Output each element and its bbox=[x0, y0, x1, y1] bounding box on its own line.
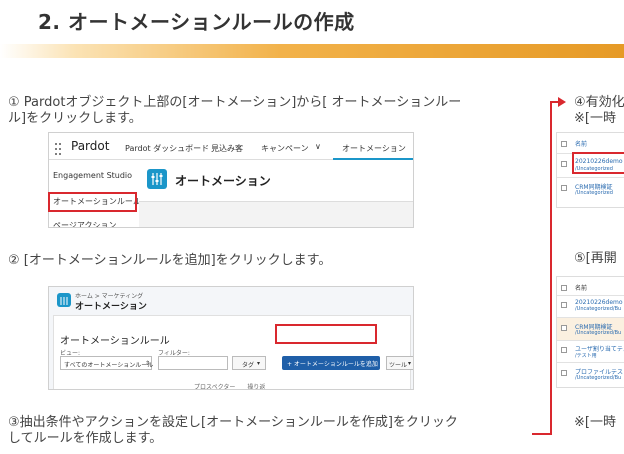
nav-item-campaigns[interactable]: キャンペーン bbox=[261, 143, 309, 154]
step1-text-line1: ① Pardotオブジェクト上部の[オートメーション]から[ オートメーションル… bbox=[8, 95, 462, 110]
list2-row4-folder[interactable]: /Uncategorized/Bu bbox=[575, 375, 621, 381]
row-checkbox[interactable] bbox=[561, 325, 567, 331]
dropdown-item-page-actions[interactable]: ページアクション bbox=[53, 220, 116, 227]
row-checkbox[interactable] bbox=[561, 347, 567, 353]
tools-button-label: ツール bbox=[389, 362, 408, 369]
add-rule-button-label: + オートメーションルールを追加 bbox=[287, 361, 378, 368]
step1-text-line2: ル]をクリックします。 bbox=[8, 111, 142, 126]
highlight-rules-item bbox=[48, 192, 137, 212]
step4-text: ④有効化 bbox=[574, 95, 624, 110]
row-checkbox[interactable] bbox=[561, 185, 567, 191]
view-select-value: すべてのオートメーションルール bbox=[64, 362, 154, 369]
page-header-area: オートメーション bbox=[139, 160, 413, 227]
paused-rules-screenshot: 名前 20210226demo /Uncategorized/Bu CRM同期検… bbox=[556, 276, 624, 388]
list1-header-name[interactable]: 名前 bbox=[575, 139, 587, 148]
page-title: 2. オートメーションルールの作成 bbox=[38, 10, 355, 34]
connector-bottom bbox=[532, 433, 552, 435]
nav-screenshot: Pardot Pardot ダッシュボード 見込み客 キャンペーン ∨ オートメ… bbox=[48, 132, 414, 228]
row-divider bbox=[557, 177, 624, 178]
note2-text: ※[一時 bbox=[574, 415, 616, 430]
add-rule-button[interactable]: + オートメーションルールを追加 bbox=[282, 356, 380, 370]
highlight-add-button bbox=[275, 324, 377, 344]
page-header: オートメーション bbox=[139, 160, 413, 202]
caret-down-icon: ▾ bbox=[408, 360, 412, 367]
panel-title: オートメーション bbox=[75, 302, 147, 312]
list2-row1-folder[interactable]: /Uncategorized/Bu bbox=[575, 306, 621, 312]
row-checkbox[interactable] bbox=[561, 161, 567, 167]
list1-row2-folder[interactable]: /Uncategorized bbox=[575, 190, 613, 196]
view-select[interactable]: すべてのオートメーションルール ⇕ bbox=[60, 356, 154, 370]
step2-text: ② [オートメーションルールを追加]をクリックします。 bbox=[8, 253, 332, 268]
section-title: オートメーションルール bbox=[60, 336, 170, 347]
nav-item-automation[interactable]: オートメーション bbox=[342, 143, 406, 154]
row-checkbox[interactable] bbox=[561, 370, 567, 376]
dropdown-item-engagement[interactable]: Engagement Studio bbox=[53, 171, 132, 180]
tag-button[interactable]: タグ ▾ bbox=[232, 356, 266, 370]
arrow-right-icon bbox=[558, 97, 566, 107]
page-header-title: オートメーション bbox=[175, 174, 271, 188]
step3-text-line2: してルールを作成します。 bbox=[8, 431, 163, 446]
list2-header-name[interactable]: 名前 bbox=[575, 283, 587, 292]
nav-item-prospects[interactable]: 見込み客 bbox=[211, 143, 243, 154]
list2-row1-name[interactable]: 20210226demo bbox=[575, 299, 623, 306]
step3-text-line1: ③抽出条件やアクションを設定し[オートメーションルールを作成]をクリック bbox=[8, 415, 458, 430]
list2-row3-folder[interactable]: /テスト用 bbox=[575, 352, 597, 359]
row-checkbox[interactable] bbox=[561, 302, 567, 308]
slide: 2. オートメーションルールの作成 ① Pardotオブジェクト上部の[オートメ… bbox=[0, 0, 624, 454]
select-all-checkbox[interactable] bbox=[561, 285, 567, 291]
select-arrow-icon: ⇕ bbox=[145, 360, 151, 367]
chevron-down-icon[interactable]: ∨ bbox=[315, 142, 321, 151]
nav-bar: Pardot Pardot ダッシュボード 見込み客 キャンペーン ∨ オートメ… bbox=[49, 133, 413, 160]
automation-icon bbox=[147, 169, 167, 189]
list-footer-link[interactable]: プロスペクター 操り返 bbox=[194, 382, 265, 389]
highlight-row bbox=[572, 152, 624, 174]
row-divider bbox=[557, 362, 624, 363]
tag-button-label: タグ bbox=[242, 362, 255, 369]
app-launcher-icon[interactable] bbox=[55, 140, 61, 155]
row-divider bbox=[557, 340, 624, 341]
list2-row2-folder[interactable]: /Uncategorized/Bu bbox=[575, 330, 621, 336]
note1-text: ※[一時 bbox=[574, 111, 616, 126]
select-all-checkbox[interactable] bbox=[561, 141, 567, 147]
row-divider bbox=[557, 295, 624, 296]
step5-text: ⑤[再開 bbox=[574, 251, 617, 266]
automation-icon bbox=[57, 293, 71, 307]
nav-brand: Pardot bbox=[71, 139, 110, 153]
tools-button[interactable]: ツール ▾ bbox=[386, 356, 413, 370]
nav-item-dashboard[interactable]: Pardot ダッシュボード bbox=[125, 143, 209, 154]
title-underline-bar bbox=[0, 44, 624, 58]
caret-down-icon: ▾ bbox=[257, 360, 261, 367]
connector-vertical bbox=[550, 101, 552, 435]
filter-input[interactable] bbox=[158, 356, 228, 370]
